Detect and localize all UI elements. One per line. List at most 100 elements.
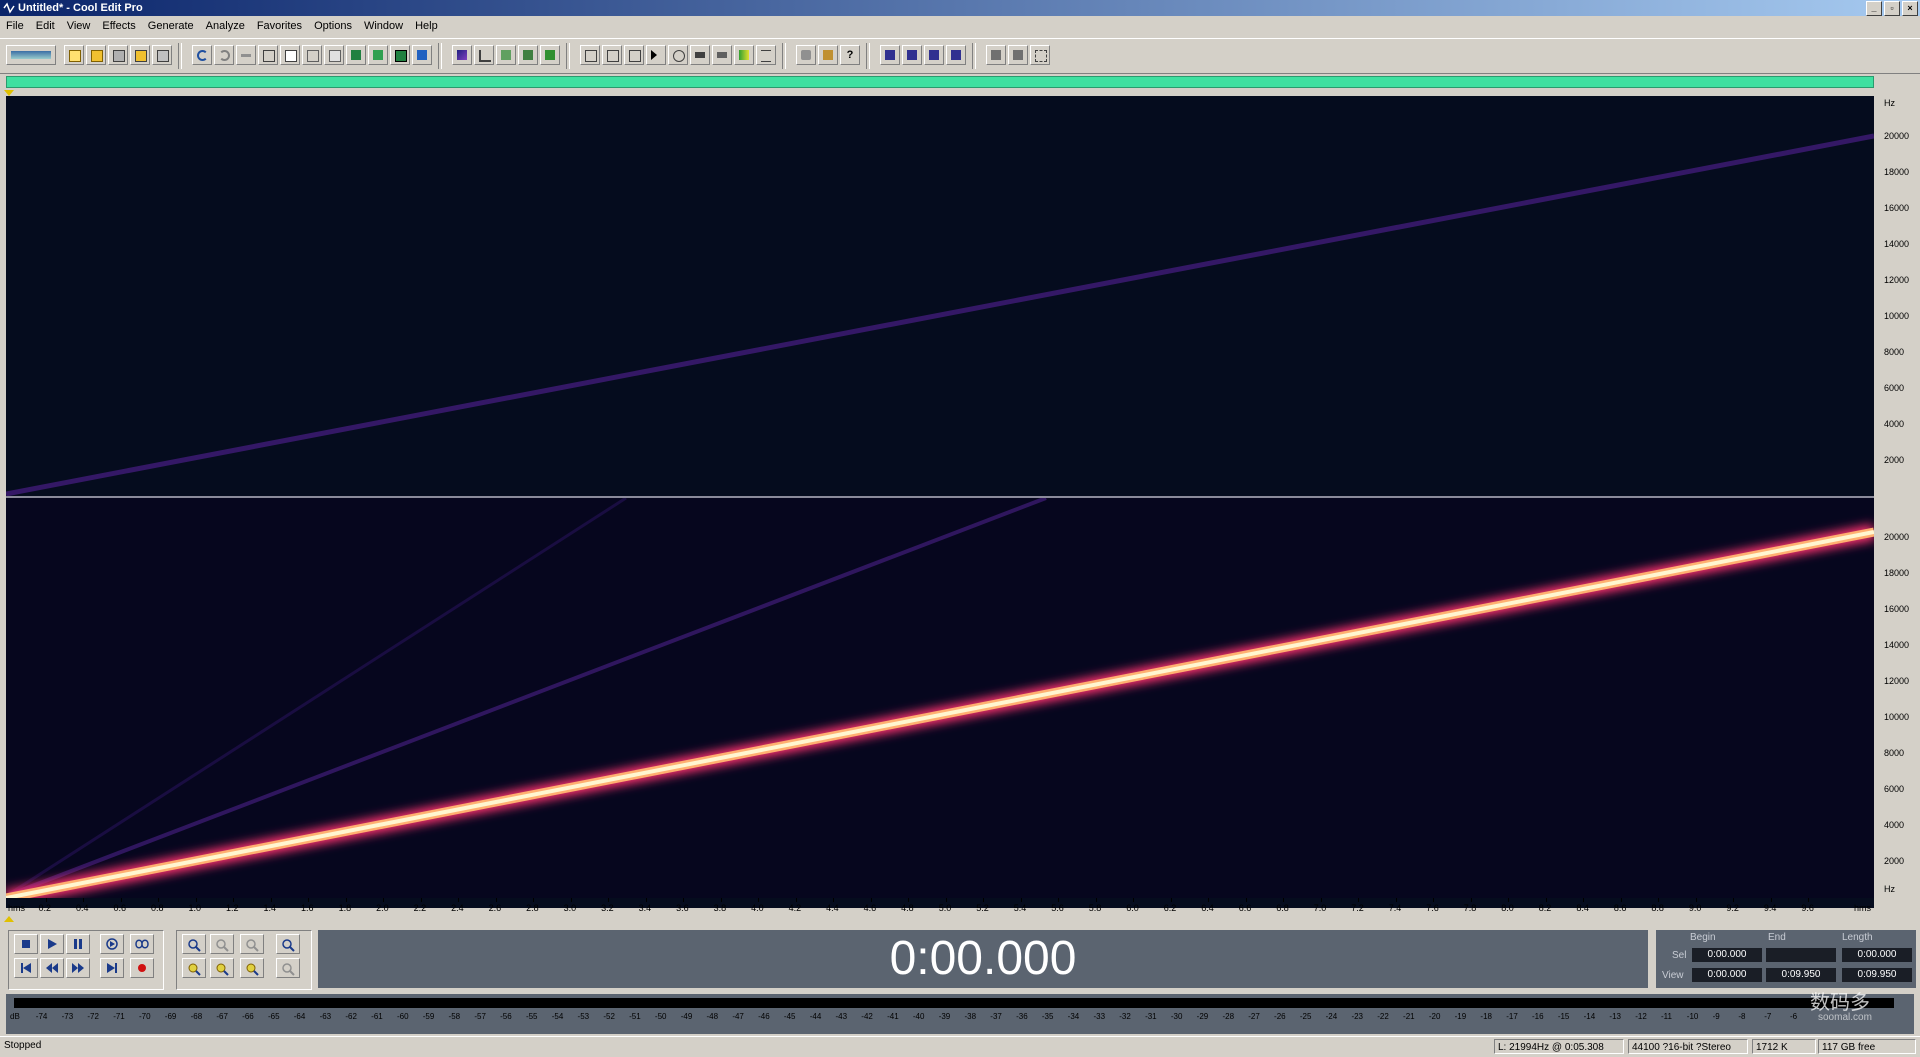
play-button[interactable]: [40, 934, 64, 954]
meter-label: -50: [654, 1012, 667, 1021]
save-icon[interactable]: [108, 45, 128, 65]
view-begin-field[interactable]: 0:00.000: [1692, 968, 1762, 982]
effect-3-icon[interactable]: [924, 45, 944, 65]
go-to-end-button[interactable]: [100, 958, 124, 978]
menu-favorites[interactable]: Favorites: [251, 20, 308, 32]
grid-view-icon[interactable]: [496, 45, 516, 65]
info-icon[interactable]: [624, 45, 644, 65]
menu-edit[interactable]: Edit: [30, 20, 61, 32]
select-all-icon[interactable]: [258, 45, 278, 65]
mix-paste-icon[interactable]: [346, 45, 366, 65]
close-button[interactable]: ×: [1902, 1, 1918, 16]
spectrogram-display[interactable]: [6, 96, 1874, 908]
repeat-icon[interactable]: [236, 45, 256, 65]
scripts-icon[interactable]: [818, 45, 838, 65]
menu-view[interactable]: View: [61, 20, 97, 32]
effect-1-icon[interactable]: [880, 45, 900, 65]
numeric-icon[interactable]: [712, 45, 732, 65]
record-button[interactable]: [130, 958, 154, 978]
time-label: 0.4: [76, 903, 89, 913]
freq-label: 2000: [1884, 856, 1905, 866]
freq-unit-bottom: Hz: [1884, 884, 1895, 894]
pause-button[interactable]: [66, 934, 90, 954]
zoom-full-icon[interactable]: [240, 934, 264, 954]
open-icon[interactable]: [86, 45, 106, 65]
zoom-tool-icon[interactable]: [668, 45, 688, 65]
close-file-icon[interactable]: [152, 45, 172, 65]
minimize-button[interactable]: _: [1866, 1, 1882, 16]
playlist-icon[interactable]: [602, 45, 622, 65]
effect-4-icon[interactable]: [946, 45, 966, 65]
redo-icon[interactable]: [214, 45, 234, 65]
spectral-view-icon[interactable]: [474, 45, 494, 65]
zoom-out-icon[interactable]: [210, 934, 234, 954]
snap-icon[interactable]: [986, 45, 1006, 65]
play-to-end-button[interactable]: [100, 934, 124, 954]
fullscreen-icon[interactable]: [1030, 45, 1050, 65]
time-tick: [1695, 898, 1697, 902]
link-icon[interactable]: [1008, 45, 1028, 65]
menu-help[interactable]: Help: [409, 20, 444, 32]
zoom-left-icon[interactable]: [182, 958, 206, 978]
sel-end-field[interactable]: [1766, 948, 1836, 962]
save-all-icon[interactable]: [130, 45, 150, 65]
multitrack-toggle-button[interactable]: [6, 45, 56, 65]
waveform-view-icon[interactable]: [452, 45, 472, 65]
status-icon[interactable]: [756, 45, 776, 65]
edit-icon[interactable]: [412, 45, 432, 65]
channel-bottom[interactable]: [6, 498, 1874, 898]
cut-icon[interactable]: [302, 45, 322, 65]
settings-icon[interactable]: [796, 45, 816, 65]
view-end-field[interactable]: 0:09.950: [1766, 968, 1836, 982]
fast-forward-button[interactable]: [66, 958, 90, 978]
channel-view-icon[interactable]: [540, 45, 560, 65]
time-ruler[interactable]: hms hms 0.2 0.4 0.6 0.8 1.0 1.2 1.4 1.6 1.8 2.0 2.…: [0, 898, 1920, 920]
new-icon[interactable]: [64, 45, 84, 65]
marker-view-icon[interactable]: [518, 45, 538, 65]
time-tick: [383, 898, 385, 902]
levels-icon[interactable]: [734, 45, 754, 65]
zoom-in-icon[interactable]: [182, 934, 206, 954]
freq-label: 18000: [1884, 568, 1910, 578]
time-display[interactable]: 0:00.000: [318, 930, 1648, 988]
cue-list-icon[interactable]: [580, 45, 600, 65]
meter-label: -45: [783, 1012, 796, 1021]
sel-length-field[interactable]: 0:00.000: [1842, 948, 1912, 962]
counter-icon[interactable]: [690, 45, 710, 65]
channel-top[interactable]: [6, 96, 1874, 496]
time-label: 6.2: [1163, 903, 1177, 913]
freq-label: 18000: [1884, 167, 1910, 177]
menu-analyze[interactable]: Analyze: [200, 20, 251, 32]
zoom-selection-icon[interactable]: [240, 958, 264, 978]
help-icon[interactable]: ?: [840, 45, 860, 65]
sel-begin-field[interactable]: 0:00.000: [1692, 948, 1762, 962]
restore-button[interactable]: ▫: [1884, 1, 1900, 16]
overview-bar[interactable]: [6, 76, 1874, 88]
time-tick: [683, 898, 685, 902]
delete-silence-icon[interactable]: [390, 45, 410, 65]
time-label: 8.8: [1651, 903, 1664, 913]
menu-options[interactable]: Options: [308, 20, 358, 32]
menu-generate[interactable]: Generate: [142, 20, 200, 32]
rewind-button[interactable]: [40, 958, 64, 978]
trim-icon[interactable]: [368, 45, 388, 65]
paste-icon[interactable]: [324, 45, 344, 65]
meter-label: -65: [267, 1012, 280, 1021]
stop-button[interactable]: [14, 934, 38, 954]
copy-icon[interactable]: [280, 45, 300, 65]
menu-file[interactable]: File: [0, 20, 30, 32]
effect-2-icon[interactable]: [902, 45, 922, 65]
zoom-right-icon[interactable]: [210, 958, 234, 978]
menu-effects[interactable]: Effects: [96, 20, 141, 32]
menu-window[interactable]: Window: [358, 20, 409, 32]
zoom-vertical-out-icon[interactable]: [276, 958, 300, 978]
time-tick: [1058, 898, 1060, 902]
freq-label: 12000: [1884, 676, 1910, 686]
view-length-field[interactable]: 0:09.950: [1842, 968, 1912, 982]
loop-button[interactable]: [130, 934, 154, 954]
zoom-vertical-in-icon[interactable]: [276, 934, 300, 954]
undo-icon[interactable]: [192, 45, 212, 65]
go-to-start-button[interactable]: [14, 958, 38, 978]
play-list-icon[interactable]: [646, 45, 666, 65]
time-label: 1.4: [263, 903, 277, 913]
